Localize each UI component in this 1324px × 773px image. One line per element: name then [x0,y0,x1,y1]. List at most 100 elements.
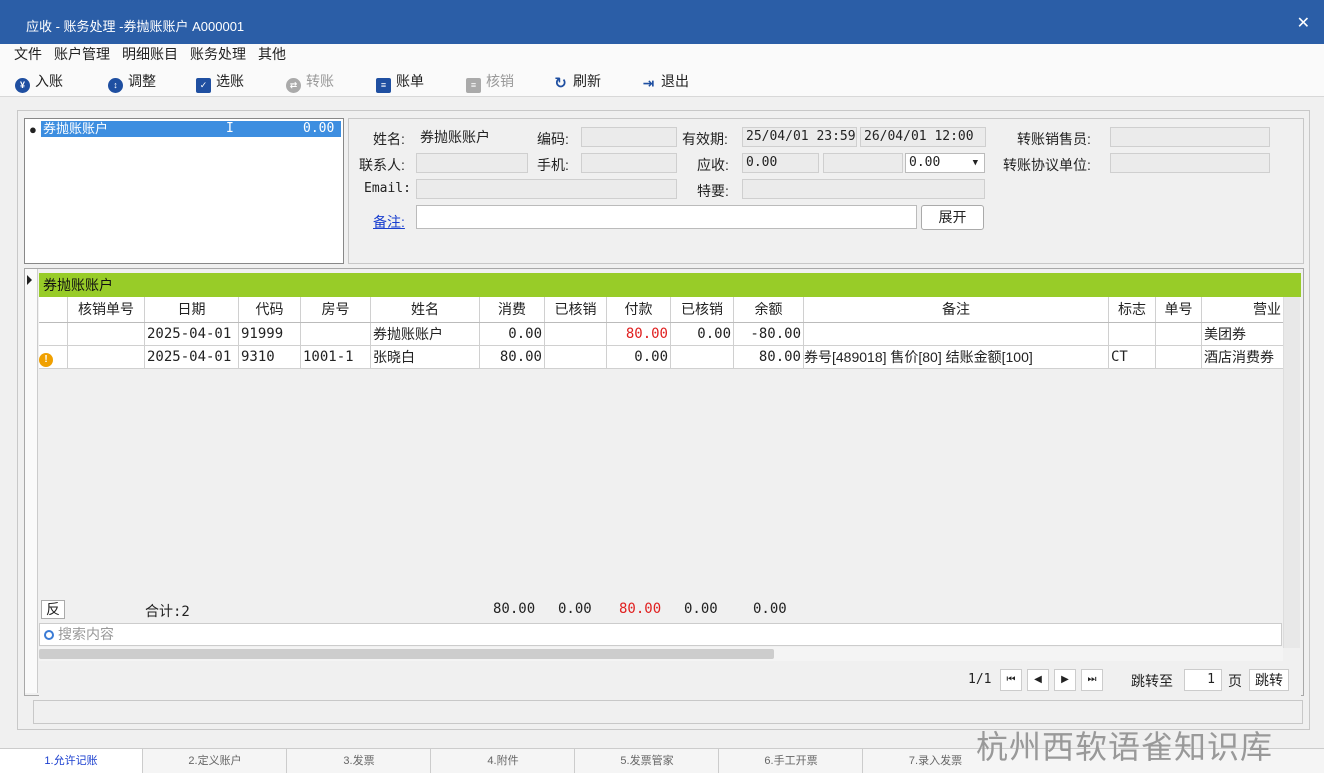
yen-icon: ¥ [15,78,30,93]
vertical-scrollbar[interactable] [1283,297,1300,648]
clipboard-icon: ≡ [466,78,481,93]
col-date[interactable]: 日期 [145,297,239,322]
col-remark[interactable]: 备注 [804,297,1109,322]
total-pay: 80.00 [619,601,662,617]
menu-account-process[interactable]: 账务处理 [184,44,252,65]
search-icon [44,630,54,640]
first-page-icon[interactable]: ⏮ [1000,669,1022,691]
select-button[interactable]: ✓ 选账 [196,72,244,93]
remark-link[interactable]: 备注: [373,212,405,232]
col-name[interactable]: 姓名 [371,297,480,322]
row-name: 券抛账账户 [371,323,480,345]
receivable-extra-field[interactable] [823,153,903,173]
table-row[interactable]: ! 2025-04-01 9310 1001-1 张晓白 80.00 0.00 … [39,346,1283,369]
row-consume-writeoff [545,323,607,345]
adjust-button[interactable]: ↕ 调整 [108,72,156,93]
transfer-button[interactable]: ⇄ 转账 [286,72,334,93]
chevron-down-icon: ▼ [972,158,978,168]
exit-icon: ⇥ [642,75,655,91]
col-code[interactable]: 代码 [239,297,301,322]
tab-allow-posting[interactable]: 1.允许记账 [0,749,143,773]
name-field[interactable]: 券抛账账户 [416,127,526,147]
bullet-icon: ● [29,122,37,137]
table-row[interactable]: 2025-04-01 91999 券抛账账户 0.00 80.00 0.00 -… [39,323,1283,346]
exit-button[interactable]: ⇥ 退出 [641,72,689,91]
col-consume[interactable]: 消费 [480,297,545,322]
row-no [1156,346,1202,368]
account-list[interactable]: ● 券抛账账户 I 0.00 [24,118,344,264]
horizontal-scrollbar[interactable] [39,647,1283,661]
row-flag [1109,323,1156,345]
page-info: 1/1 [968,672,992,687]
enter-button[interactable]: ¥ 入账 [15,72,63,93]
expand-button[interactable]: 展开 [921,205,984,230]
contact-field[interactable] [416,153,528,173]
next-page-icon[interactable]: ▶ [1054,669,1076,691]
writeoff-button[interactable]: ≡ 核销 [466,72,514,93]
document-icon: ≡ [376,78,391,93]
scrollbar-thumb[interactable] [39,649,774,659]
col-consume-writeoff[interactable]: 已核销 [545,297,607,322]
special-field[interactable] [742,179,985,199]
menu-bar: 文件 账户管理 明细账目 账务处理 其他 [0,44,1324,65]
row-pay: 80.00 [607,323,671,345]
row-code: 91999 [239,323,301,345]
menu-detail-items[interactable]: 明细账目 [116,44,184,65]
col-balance[interactable]: 余额 [734,297,804,322]
prev-page-icon[interactable]: ◀ [1027,669,1049,691]
valid-from-field[interactable]: 25/04/01 23:59 [742,127,857,147]
grid-title-bar: 券抛账账户 [39,273,1301,297]
row-consume-writeoff [545,346,607,368]
account-selection[interactable]: 券抛账账户 I 0.00 [41,121,341,137]
email-field[interactable] [416,179,677,199]
col-room[interactable]: 房号 [301,297,371,322]
tab-manual-invoice[interactable]: 6.手工开票 [720,749,863,773]
menu-account-manage[interactable]: 账户管理 [48,44,116,65]
total-balance: 0.00 [753,601,787,617]
adjust-icon: ↕ [108,78,123,93]
transfer-unit-field[interactable] [1110,153,1270,173]
bill-button[interactable]: ≡ 账单 [376,72,424,93]
row-code: 9310 [239,346,301,368]
jump-button[interactable]: 跳转 [1249,669,1289,691]
code-field[interactable] [581,127,677,147]
col-writeoff-no[interactable]: 核销单号 [68,297,145,322]
account-info-panel: 姓名: 券抛账账户 编码: 有效期: 25/04/01 23:59 26/04/… [348,118,1304,264]
search-input[interactable]: 搜索内容 [58,626,114,642]
collapse-sidebar[interactable] [25,269,38,693]
mobile-label: 手机: [537,157,569,173]
total-consume-writeoff: 0.00 [558,601,592,617]
triangle-right-icon [27,275,32,285]
tab-invoice-manager[interactable]: 5.发票管家 [576,749,719,773]
last-page-icon[interactable]: ⏭ [1081,669,1103,691]
reverse-button[interactable]: 反 [41,600,65,619]
tab-invoice[interactable]: 3.发票 [288,749,431,773]
remark-field[interactable] [416,205,917,229]
row-remark: 券号[489018] 售价[80] 结账金额[100] [804,346,1109,368]
search-box[interactable]: 搜索内容 [39,623,1282,646]
col-pay-writeoff[interactable]: 已核销 [671,297,734,322]
transfer-seller-field[interactable] [1110,127,1270,147]
col-business[interactable]: 营业 [1202,297,1283,322]
account-flag: I [226,121,234,136]
menu-file[interactable]: 文件 [0,44,48,65]
col-warn[interactable] [39,297,68,322]
close-icon[interactable]: ✕ [1297,13,1310,33]
page-input[interactable]: 1 [1184,669,1222,691]
receivable-select[interactable]: 0.00 ▼ [905,153,985,173]
tab-define-account[interactable]: 2.定义账户 [144,749,287,773]
mobile-field[interactable] [581,153,677,173]
col-flag[interactable]: 标志 [1109,297,1156,322]
menu-other[interactable]: 其他 [252,44,292,65]
status-box [33,700,1303,724]
col-pay[interactable]: 付款 [607,297,671,322]
receivable-label: 应收: [697,157,729,173]
tab-attachment[interactable]: 4.附件 [432,749,575,773]
receivable-field[interactable]: 0.00 [742,153,819,173]
row-date: 2025-04-01 [145,346,239,368]
row-business: 酒店消费券 [1204,349,1274,365]
valid-to-field[interactable]: 26/04/01 12:00 [860,127,986,147]
toolbar: ¥ 入账 ↕ 调整 ✓ 选账 ⇄ 转账 ≡ 账单 ≡ 核销 ↻ 刷新 ⇥ 退出 [0,65,1324,97]
refresh-button[interactable]: ↻ 刷新 [553,72,601,91]
col-no[interactable]: 单号 [1156,297,1202,322]
